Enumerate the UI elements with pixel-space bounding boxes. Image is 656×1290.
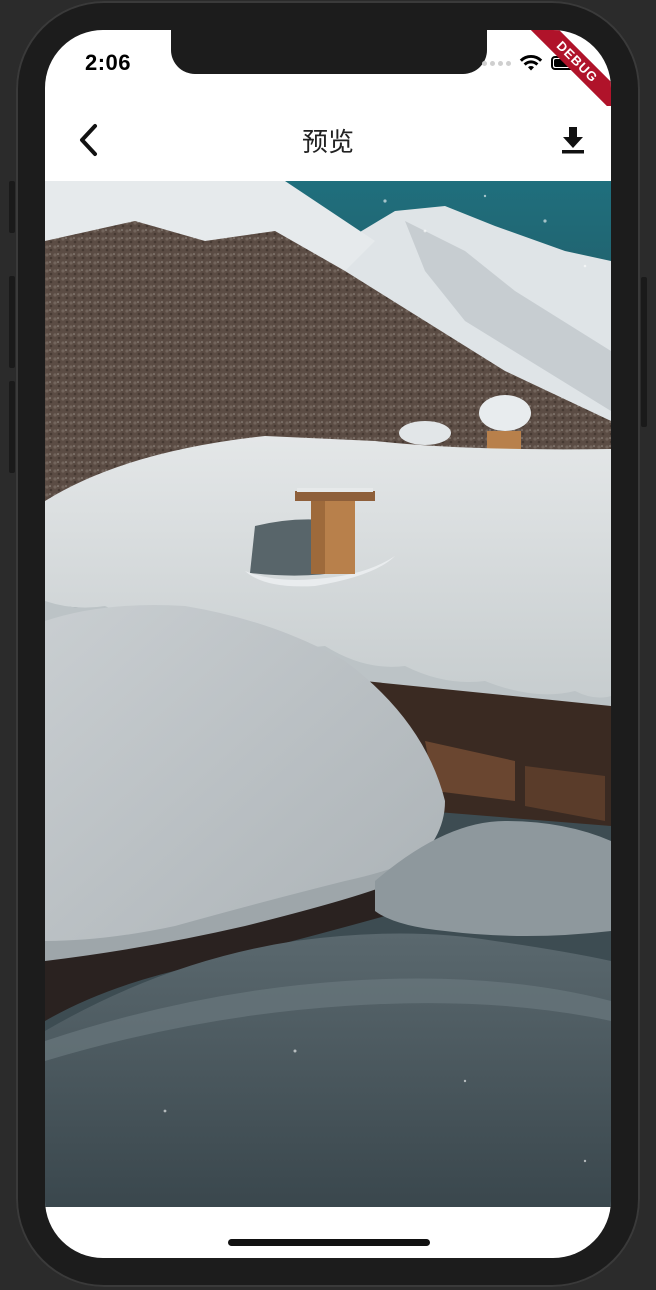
wifi-icon xyxy=(519,54,543,71)
mute-switch xyxy=(9,181,15,233)
download-button[interactable] xyxy=(553,120,593,160)
volume-up-button xyxy=(9,276,15,368)
snow-cabin-photo xyxy=(45,181,611,1207)
download-icon xyxy=(562,127,584,154)
status-time: 2:06 xyxy=(85,50,132,75)
signal-dots-icon xyxy=(482,60,511,66)
home-indicator[interactable] xyxy=(228,1239,430,1246)
volume-down-button xyxy=(9,381,15,473)
phone-screen: 2:06 DEBUG 预览 xyxy=(45,30,611,1258)
power-button xyxy=(641,277,647,427)
app-bar: 预览 xyxy=(45,106,611,180)
notch xyxy=(171,30,487,74)
preview-image[interactable] xyxy=(45,181,611,1207)
page-title: 预览 xyxy=(301,128,354,158)
